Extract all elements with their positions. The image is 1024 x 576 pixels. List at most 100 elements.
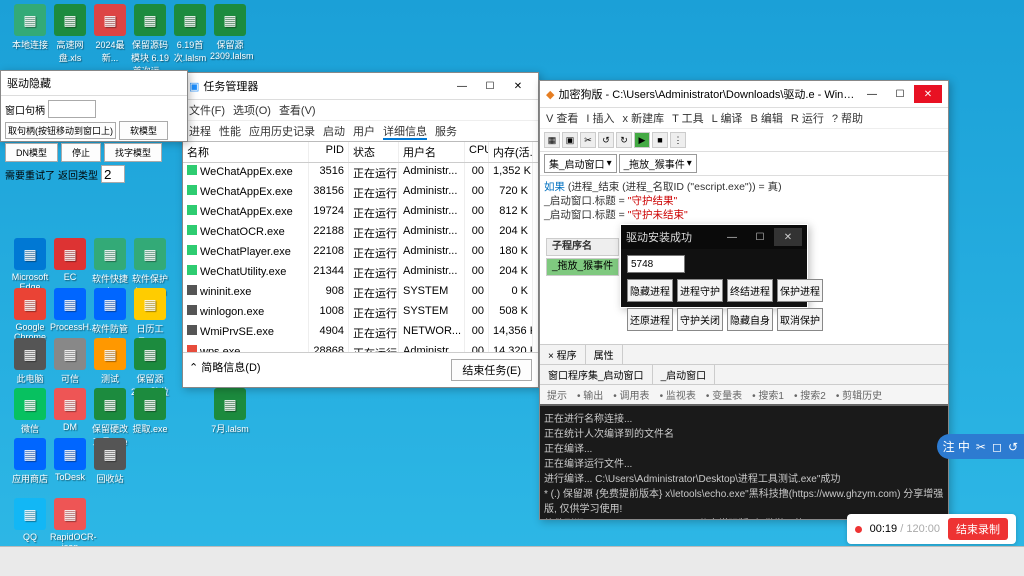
ide-minimize-button[interactable]: —: [858, 85, 886, 103]
popup-action-button[interactable]: 取消保护: [777, 308, 823, 331]
output-tab[interactable]: • 搜索1: [749, 387, 787, 402]
popup-action-button[interactable]: 保护进程: [777, 279, 823, 302]
output-tab[interactable]: • 监视表: [657, 387, 699, 402]
popup-action-button[interactable]: 隐藏自身: [727, 308, 773, 331]
output-tab[interactable]: • 剪辑历史: [833, 387, 885, 402]
tool-icon[interactable]: ⋮: [670, 132, 686, 148]
tab[interactable]: 启动: [323, 126, 345, 138]
menu-item[interactable]: 文件(F): [189, 105, 225, 117]
popup-close-button[interactable]: ✕: [774, 228, 802, 246]
popup-action-button[interactable]: 隐藏进程: [627, 279, 673, 302]
menu-item[interactable]: B 编辑: [750, 113, 782, 125]
stop-button[interactable]: 停止: [61, 143, 101, 162]
desktop-icon[interactable]: ▦可信: [50, 338, 90, 385]
popup-minimize-button[interactable]: —: [718, 228, 746, 246]
handle-input[interactable]: [48, 100, 96, 118]
menu-item[interactable]: T 工具: [672, 113, 704, 125]
tool-icon[interactable]: ▣: [562, 132, 578, 148]
menu-item[interactable]: ? 帮助: [832, 113, 863, 125]
desktop-icon[interactable]: ▦回收站: [90, 438, 130, 485]
col-pid[interactable]: PID: [309, 142, 349, 162]
desktop-icon[interactable]: ▦2024最新...: [90, 4, 130, 64]
proc-dropdown[interactable]: _拖放_猴事件 ▾: [619, 154, 697, 173]
menu-item[interactable]: x 新建库: [623, 113, 665, 125]
tab[interactable]: 详细信息: [383, 126, 427, 140]
table-row[interactable]: WeChatAppEx.exe19724正在运行Administr...0081…: [183, 203, 538, 223]
desktop-icon[interactable]: ▦DM: [50, 388, 90, 432]
tab[interactable]: 属性: [586, 345, 623, 364]
popup-maximize-button[interactable]: ☐: [746, 228, 774, 246]
textmode-button[interactable]: 找字模型: [104, 143, 162, 162]
desktop-icon[interactable]: ▦此电脑: [10, 338, 50, 385]
desktop-icon[interactable]: ▦Google Chrome: [10, 288, 50, 342]
desktop-icon[interactable]: ▦提取.exe: [130, 388, 170, 435]
ide-close-button[interactable]: ✕: [914, 85, 942, 103]
fewer-details-button[interactable]: ⌃ 简略信息(D): [189, 359, 261, 381]
output-tab[interactable]: • 调用表: [610, 387, 652, 402]
desktop-icon[interactable]: ▦6.19首次.lalsm: [170, 4, 210, 64]
table-row[interactable]: WeChatOCR.exe22188正在运行Administr...00204 …: [183, 223, 538, 243]
taskbar[interactable]: [0, 546, 1024, 576]
tab[interactable]: 用户: [353, 126, 375, 138]
desktop-icon[interactable]: ▦ToDesk: [50, 438, 90, 482]
desktop-icon[interactable]: ▦测试: [90, 338, 130, 385]
module-dropdown[interactable]: 集_启动窗口 ▾: [544, 154, 617, 173]
output-tab[interactable]: 提示: [544, 387, 570, 402]
table-row[interactable]: wininit.exe908正在运行SYSTEM000 K: [183, 283, 538, 303]
desktop-icon[interactable]: ▦EC: [50, 238, 90, 282]
maximize-button[interactable]: ☐: [476, 77, 504, 95]
desktop-icon[interactable]: ▦7月.lalsm: [210, 388, 250, 435]
minimize-button[interactable]: —: [448, 77, 476, 95]
tool-icon[interactable]: ↺: [598, 132, 614, 148]
fetch-handle-button[interactable]: 取句柄(按钮移动到窗口上): [5, 122, 116, 139]
menu-item[interactable]: I 插入: [586, 113, 614, 125]
popup-action-button[interactable]: 还原进程: [627, 308, 673, 331]
tab[interactable]: 窗口程序集_启动窗口: [540, 365, 653, 384]
table-row[interactable]: WeChatAppEx.exe3516正在运行Administr...001,3…: [183, 163, 538, 183]
close-button[interactable]: ✕: [504, 77, 532, 95]
table-row[interactable]: wps.exe28868正在运行Administr...0014,320 K: [183, 343, 538, 352]
menu-item[interactable]: 查看(V): [279, 105, 316, 117]
col-user[interactable]: 用户名: [399, 142, 465, 162]
tool-icon[interactable]: ■: [652, 132, 668, 148]
tool-icon[interactable]: ▦: [544, 132, 560, 148]
softmode-button[interactable]: 软模型: [119, 121, 168, 140]
output-tab[interactable]: • 变量表: [703, 387, 745, 402]
desktop-icon[interactable]: ▦RapidOCR-json: [50, 498, 90, 552]
popup-action-button[interactable]: 守护关闭: [677, 308, 723, 331]
desktop-icon[interactable]: ▦ProcessH...: [50, 288, 90, 332]
side-toolbar[interactable]: 注 中✂◻↺: [937, 434, 1024, 459]
popup-action-button[interactable]: 进程守护: [677, 279, 723, 302]
tab[interactable]: _启动窗口: [653, 365, 716, 384]
table-row[interactable]: WeChatPlayer.exe22108正在运行Administr...001…: [183, 243, 538, 263]
tool-icon[interactable]: ✂: [580, 132, 596, 148]
run-icon[interactable]: ▶: [634, 132, 650, 148]
popup-action-button[interactable]: 终结进程: [727, 279, 773, 302]
stop-record-button[interactable]: 结束录制: [948, 518, 1008, 540]
ide-maximize-button[interactable]: ☐: [886, 85, 914, 103]
rettype-input[interactable]: [101, 165, 125, 183]
desktop-icon[interactable]: ▦本地连接: [10, 4, 50, 51]
table-row[interactable]: WeChatAppEx.exe38156正在运行Administr...0072…: [183, 183, 538, 203]
output-tab[interactable]: • 输出: [574, 387, 606, 402]
table-row[interactable]: WeChatUtility.exe21344正在运行Administr...00…: [183, 263, 538, 283]
menu-item[interactable]: R 运行: [791, 113, 824, 125]
col-name[interactable]: 名称: [183, 142, 309, 162]
col-cpu[interactable]: CPU: [465, 142, 489, 162]
tool-icon[interactable]: ↻: [616, 132, 632, 148]
tab[interactable]: 进程: [189, 126, 211, 138]
tab[interactable]: 服务: [435, 126, 457, 138]
col-status[interactable]: 状态: [349, 142, 399, 162]
menu-item[interactable]: L 编译: [712, 113, 743, 125]
desktop-icon[interactable]: ▦保留源码模块 6.19 首次远...: [130, 4, 170, 77]
desktop-icon[interactable]: ▦高速网盘.xls: [50, 4, 90, 64]
desktop-icon[interactable]: ▦Microsoft Edge: [10, 238, 50, 292]
output-tab[interactable]: • 搜索2: [791, 387, 829, 402]
desktop-icon[interactable]: ▦应用商店: [10, 438, 50, 485]
table-row[interactable]: winlogon.exe1008正在运行SYSTEM00508 K: [183, 303, 538, 323]
desktop-icon[interactable]: ▦微信: [10, 388, 50, 435]
tab[interactable]: 应用历史记录: [249, 126, 315, 138]
pid-input[interactable]: [627, 255, 685, 273]
tab[interactable]: 性能: [219, 126, 241, 138]
menu-item[interactable]: 选项(O): [233, 105, 271, 117]
